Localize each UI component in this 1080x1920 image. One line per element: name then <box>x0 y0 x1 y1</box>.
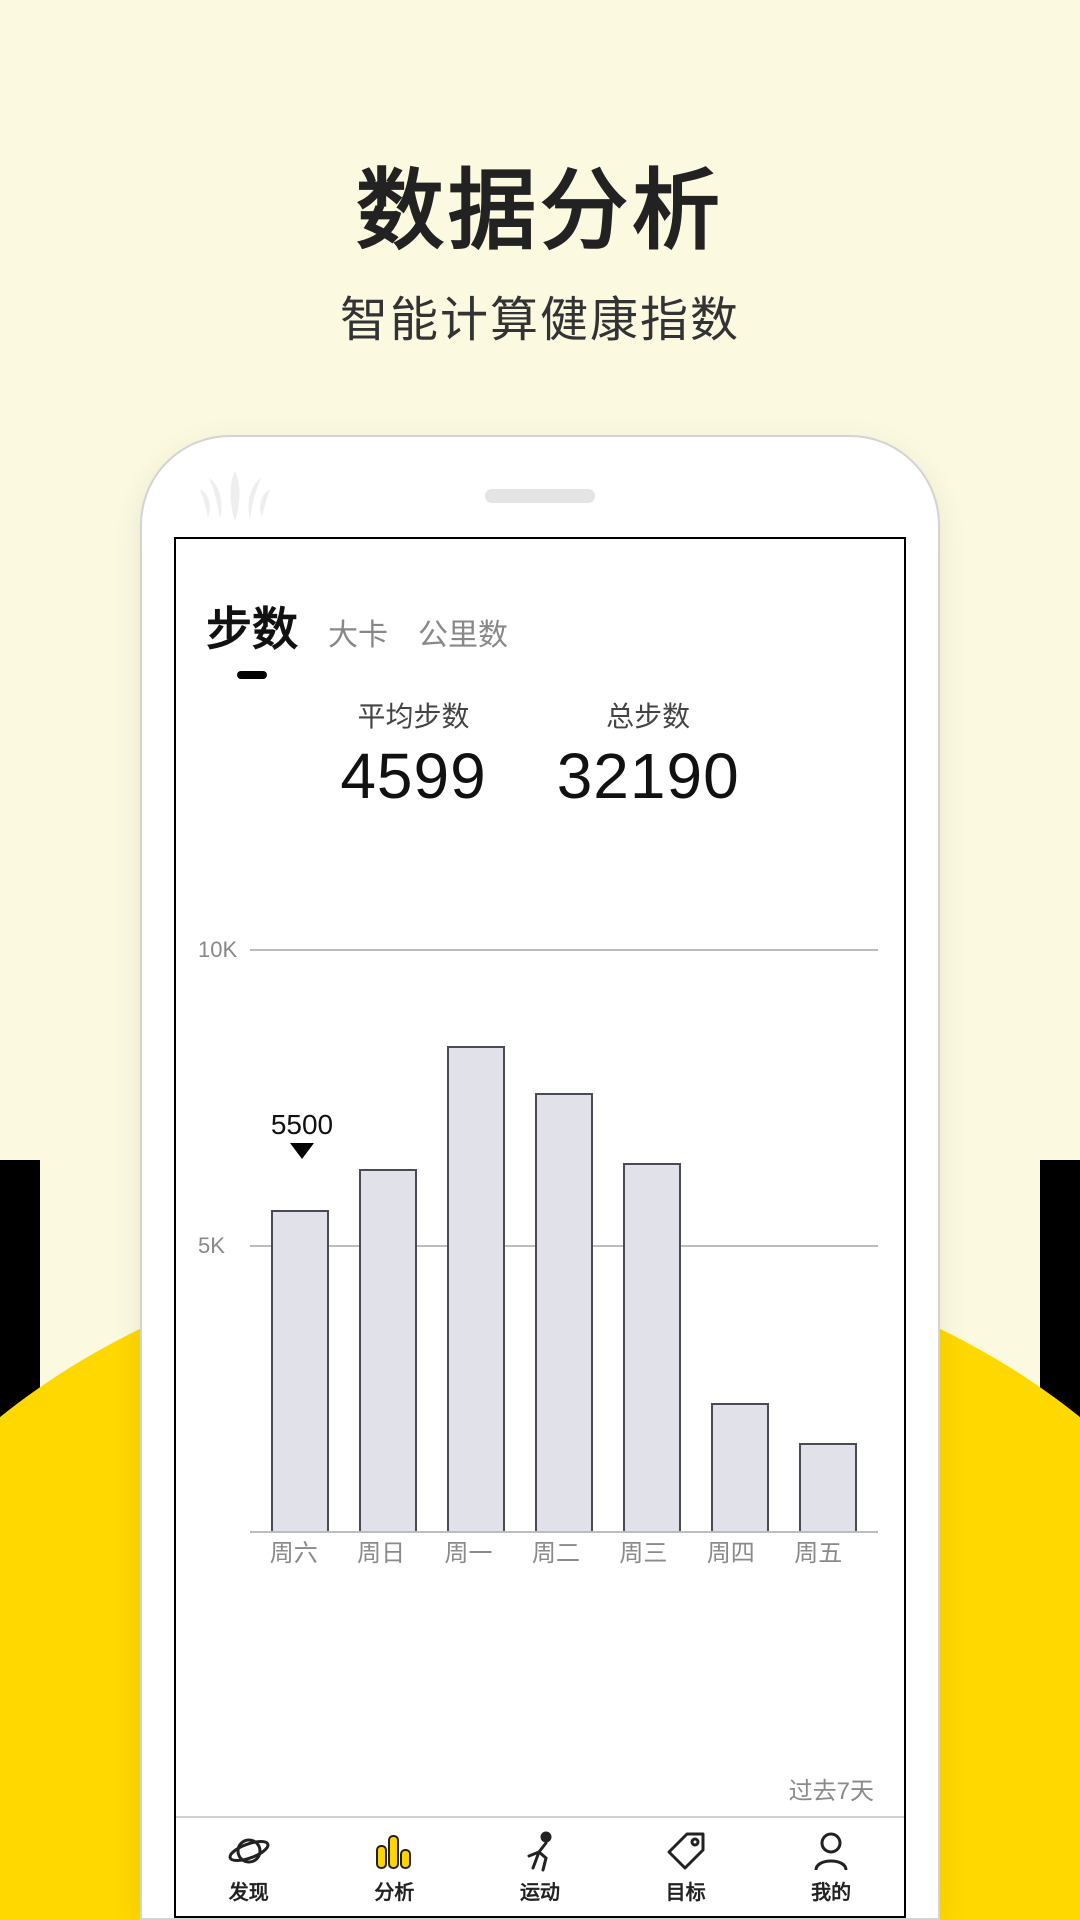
tag-icon <box>665 1830 707 1872</box>
nav-mine[interactable]: 我的 <box>758 1818 904 1916</box>
bar-3[interactable] <box>534 1093 594 1531</box>
x-label: 周三 <box>613 1533 673 1568</box>
y-tick-10k: 10K <box>198 937 237 963</box>
bar-6[interactable] <box>798 1443 858 1531</box>
tab-distance[interactable]: 公里数 <box>418 610 508 666</box>
hero-subtitle: 智能计算健康指数 <box>0 280 1080 350</box>
bar-rect <box>799 1443 857 1531</box>
y-tick-5k: 5K <box>198 1233 225 1259</box>
bar-rect <box>623 1163 681 1531</box>
runner-icon <box>519 1830 561 1872</box>
bar-1[interactable] <box>358 1169 418 1531</box>
phone-screen: 步数 大卡 公里数 平均步数 4599 总步数 32190 5500 <box>174 537 906 1918</box>
bar-rect <box>711 1403 769 1531</box>
stat-average-value: 4599 <box>340 739 486 813</box>
bar-5[interactable] <box>710 1403 770 1531</box>
person-icon <box>810 1830 852 1872</box>
hero-title: 数据分析 <box>0 140 1080 267</box>
nav-discover-label: 发现 <box>229 1876 269 1905</box>
x-label: 周日 <box>351 1533 411 1568</box>
bar-rect <box>535 1093 593 1531</box>
brand-logo-icon <box>200 471 270 521</box>
stat-average: 平均步数 4599 <box>340 695 486 813</box>
nav-analysis-label: 分析 <box>374 1876 414 1905</box>
bottom-nav: 发现 分析 运动 目标 <box>176 1816 904 1916</box>
x-label: 周二 <box>526 1533 586 1568</box>
nav-discover[interactable]: 发现 <box>176 1818 322 1916</box>
nav-goal[interactable]: 目标 <box>613 1818 759 1916</box>
nav-mine-label: 我的 <box>811 1876 851 1905</box>
stat-average-label: 平均步数 <box>340 695 486 735</box>
summary-stats: 平均步数 4599 总步数 32190 <box>176 695 904 813</box>
x-label: 周五 <box>788 1533 848 1568</box>
nav-sport-label: 运动 <box>520 1876 560 1905</box>
stat-total-label: 总步数 <box>557 695 740 735</box>
tab-calories[interactable]: 大卡 <box>328 610 388 666</box>
steps-bar-chart: 5500 10K 5K 周六周日周一周二周三周四周五 <box>202 853 878 1533</box>
bar-rect <box>447 1046 505 1531</box>
chart-plot-area <box>250 853 878 1533</box>
metric-tabs: 步数 大卡 公里数 <box>176 539 904 671</box>
phone-speaker <box>485 489 595 503</box>
bar-2[interactable] <box>446 1046 506 1531</box>
nav-goal-label: 目标 <box>666 1876 706 1905</box>
stat-total-value: 32190 <box>557 739 740 813</box>
x-label: 周一 <box>439 1533 499 1568</box>
bars-icon <box>373 1830 415 1872</box>
planet-icon <box>228 1830 270 1872</box>
period-label: 过去7天 <box>789 1771 874 1806</box>
tab-steps[interactable]: 步数 <box>206 593 298 671</box>
bar-rect <box>359 1169 417 1531</box>
nav-analysis[interactable]: 分析 <box>322 1818 468 1916</box>
promo-page: 数据分析 智能计算健康指数 步数 大卡 公里数 <box>0 0 1080 1920</box>
chart-x-axis: 周六周日周一周二周三周四周五 <box>250 1533 862 1568</box>
x-label: 周四 <box>701 1533 761 1568</box>
phone-mock: 步数 大卡 公里数 平均步数 4599 总步数 32190 5500 <box>140 435 940 1920</box>
x-label: 周六 <box>264 1533 324 1568</box>
stat-total: 总步数 32190 <box>557 695 740 813</box>
bar-0[interactable] <box>270 1210 330 1531</box>
bar-rect <box>271 1210 329 1531</box>
nav-sport[interactable]: 运动 <box>467 1818 613 1916</box>
bar-4[interactable] <box>622 1163 682 1531</box>
